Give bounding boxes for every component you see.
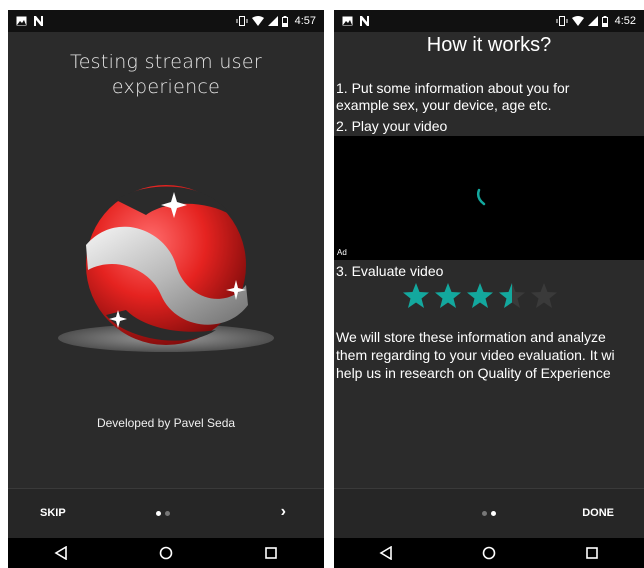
status-time: 4:52	[614, 15, 636, 27]
page-dot-2	[491, 511, 496, 516]
system-nav-bar	[334, 538, 644, 568]
back-triangle-icon[interactable]	[371, 538, 401, 568]
step-2: 2. Play your video	[336, 118, 448, 134]
n-icon	[359, 16, 370, 26]
vibrate-icon	[236, 16, 248, 26]
step-1-line1: 1. Put some information about you for	[336, 80, 570, 96]
image-icon	[16, 16, 27, 26]
home-circle-icon[interactable]	[474, 538, 504, 568]
info-text-line3: help us in research on Quality of Experi…	[336, 365, 611, 381]
app-title-line2: experience	[111, 76, 221, 98]
wifi-icon	[571, 16, 584, 26]
back-triangle-icon[interactable]	[46, 538, 76, 568]
system-nav-bar	[8, 538, 324, 568]
recents-square-icon[interactable]	[577, 538, 607, 568]
status-bar: 4:52	[334, 10, 644, 32]
onboarding-nav-bar: DONE	[334, 488, 644, 538]
chevron-right-icon[interactable]: ›	[281, 503, 286, 521]
status-time: 4:57	[294, 15, 316, 27]
page-dot-2	[165, 511, 170, 516]
developer-credit: Developed by Pavel Seda	[96, 416, 236, 430]
loading-spinner-icon	[475, 188, 489, 213]
cell-signal-icon	[267, 16, 278, 26]
sphere-logo-icon	[56, 170, 276, 375]
page-dot-1	[482, 511, 487, 516]
page-title: How it works?	[426, 34, 552, 56]
wifi-icon	[251, 16, 264, 26]
page-dot-1	[156, 511, 161, 516]
star-1-icon[interactable]	[402, 282, 430, 310]
star-rating[interactable]	[402, 282, 558, 310]
page-indicator	[482, 511, 496, 516]
star-4-icon[interactable]	[498, 282, 526, 310]
star-3-icon[interactable]	[466, 282, 494, 310]
app-title: Testing stream user experience	[28, 50, 304, 100]
battery-icon	[281, 15, 288, 27]
info-text-line2: them regarding to your video evaluation.…	[336, 347, 615, 363]
battery-icon	[601, 15, 608, 27]
step-3: 3. Evaluate video	[336, 263, 444, 279]
page-indicator	[156, 511, 170, 516]
app-title-line1: Testing stream user	[70, 51, 262, 73]
recents-square-icon[interactable]	[256, 538, 286, 568]
cell-signal-icon	[587, 16, 598, 26]
skip-button[interactable]: SKIP	[40, 507, 66, 519]
home-circle-icon[interactable]	[151, 538, 181, 568]
info-text-line1: We will store these information and anal…	[336, 329, 606, 345]
star-2-icon[interactable]	[434, 282, 462, 310]
star-5-icon[interactable]	[530, 282, 558, 310]
image-icon	[342, 16, 353, 26]
status-bar: 4:57	[8, 10, 324, 32]
n-icon	[33, 16, 44, 26]
done-button[interactable]: DONE	[582, 507, 614, 519]
video-ad-label: Ad	[337, 248, 347, 257]
info-text: We will store these information and anal…	[336, 328, 644, 382]
step-1-line2: example sex, your device, age etc.	[336, 97, 552, 113]
vibrate-icon	[556, 16, 568, 26]
onboarding-nav-bar: SKIP ›	[8, 488, 324, 538]
video-player[interactable]: Ad	[334, 136, 644, 260]
onboarding-screen-intro: 4:57 Testing stream user experience Deve…	[8, 10, 324, 568]
onboarding-screen-how-it-works: 4:52 How it works? 1. Put some informati…	[334, 10, 644, 568]
